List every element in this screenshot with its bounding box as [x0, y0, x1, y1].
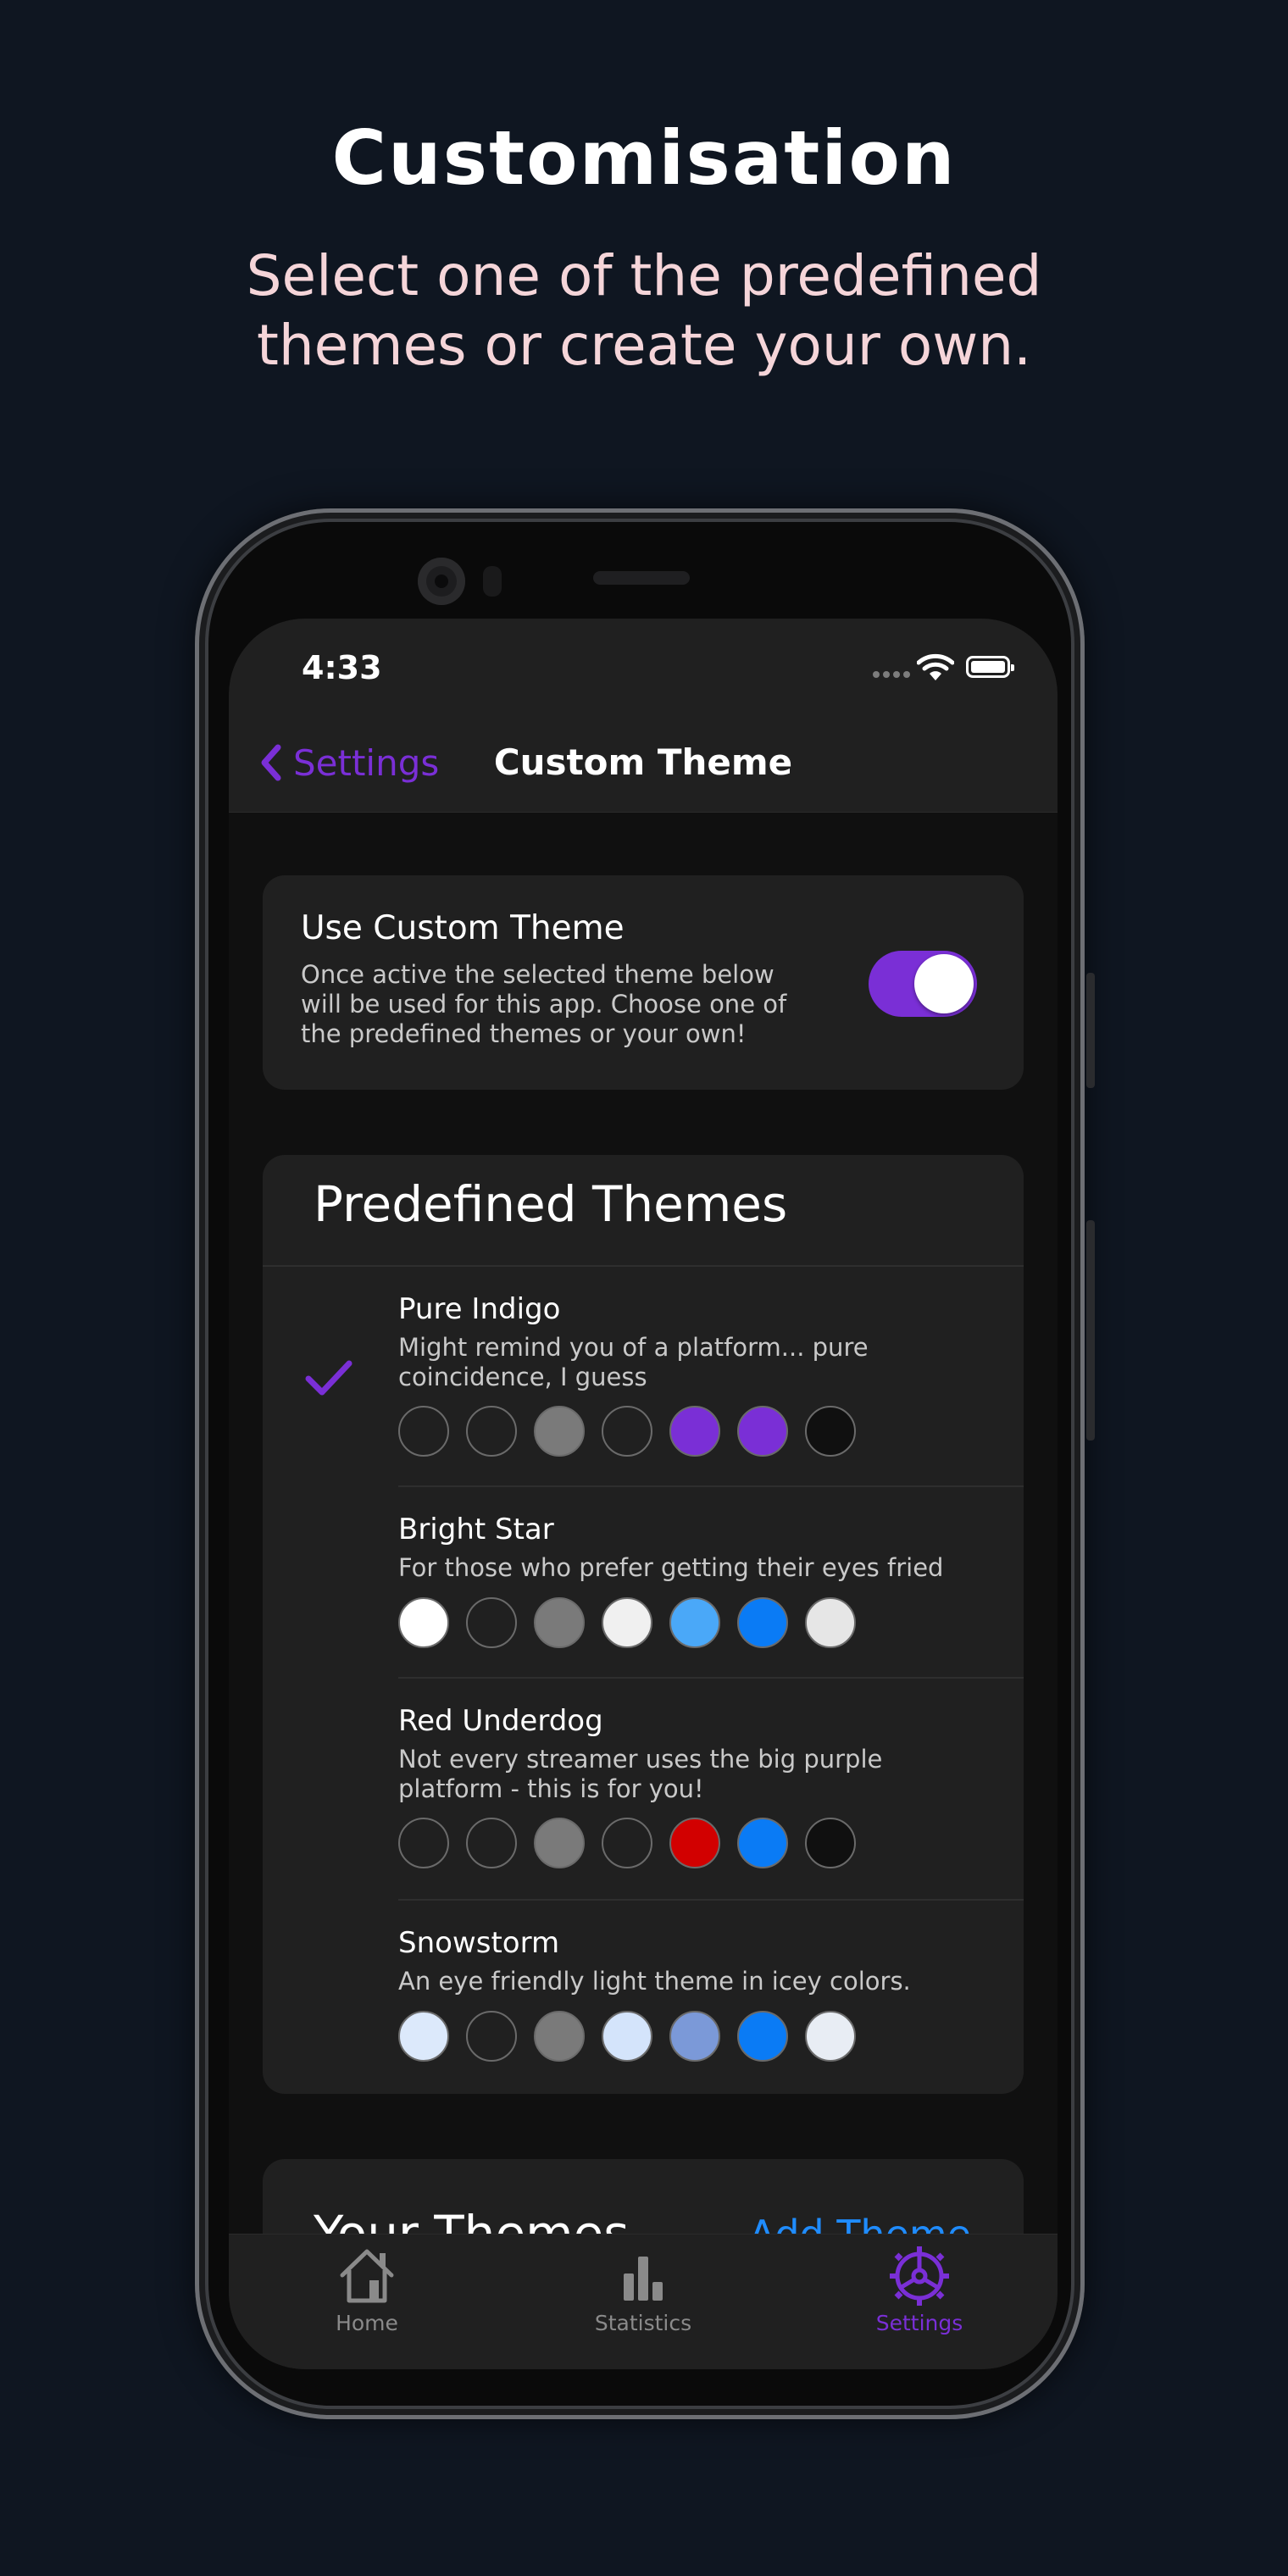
theme-description: Might remind you of a platform... pure c… [398, 1333, 869, 1391]
theme-row-pure-indigo[interactable]: Pure Indigo Might remind you of a platfo… [263, 1267, 1024, 1487]
color-swatch [737, 1818, 788, 1868]
proximity-sensor [483, 566, 502, 597]
cellular-signal-icon [873, 671, 910, 680]
wifi-icon [917, 653, 954, 680]
color-swatch [805, 2011, 856, 2062]
color-swatch [466, 2011, 517, 2062]
tab-statistics[interactable]: Statistics [505, 2235, 781, 2369]
tab-bar: Home Statistics Settings [229, 2234, 1058, 2369]
status-time: 4:33 [302, 649, 382, 686]
gear-icon [890, 2246, 949, 2306]
theme-name: Red Underdog [398, 1704, 603, 1738]
back-button-label: Settings [293, 741, 440, 784]
promo-subline-line2: themes or create your own. [256, 313, 1032, 378]
toggle-knob [914, 954, 974, 1013]
theme-name: Bright Star [398, 1513, 554, 1546]
promo-subline-line1: Select one of the predefined [246, 243, 1042, 308]
color-swatch [805, 1597, 856, 1648]
predefined-themes-card: Predefined Themes Pure Indigo Might remi… [263, 1155, 1024, 2094]
earpiece-speaker [593, 571, 690, 585]
color-swatch [398, 1406, 449, 1457]
color-swatch [534, 1597, 585, 1648]
house-icon [340, 2249, 394, 2303]
color-swatch [602, 1406, 652, 1457]
color-swatch [602, 1818, 652, 1868]
color-swatch [737, 1597, 788, 1648]
theme-swatches [398, 1597, 856, 1648]
color-swatch [805, 1818, 856, 1868]
color-swatch [669, 2011, 720, 2062]
back-button[interactable]: Settings [254, 737, 439, 788]
color-swatch [534, 1406, 585, 1457]
color-swatch [602, 2011, 652, 2062]
chevron-left-icon [261, 744, 281, 781]
tab-settings[interactable]: Settings [781, 2235, 1058, 2369]
tab-label: Statistics [594, 2311, 692, 2335]
color-swatch [737, 2011, 788, 2062]
phone-screen: 4:33 Custom Theme Settings Use Custom Th… [229, 619, 1058, 2369]
theme-row-red-underdog[interactable]: Red Underdog Not every streamer uses the… [263, 1679, 1024, 1901]
tab-home[interactable]: Home [229, 2235, 505, 2369]
color-swatch [669, 1406, 720, 1457]
front-camera [418, 558, 465, 605]
theme-row-snowstorm[interactable]: Snowstorm An eye friendly light theme in… [263, 1901, 1024, 2092]
custom-theme-description: Once active the selected theme below wil… [301, 960, 787, 1048]
theme-description: An eye friendly light theme in icey colo… [398, 1967, 911, 1996]
status-bar: 4:33 [229, 619, 1058, 720]
custom-theme-card: Use Custom Theme Once active the selecte… [263, 875, 1024, 1090]
color-swatch [466, 1597, 517, 1648]
tab-label: Settings [875, 2311, 963, 2335]
theme-swatches [398, 2011, 856, 2062]
color-swatch [398, 1597, 449, 1648]
tab-label: Home [336, 2311, 398, 2335]
phone-volume-button [1086, 1220, 1095, 1441]
color-swatch [602, 1597, 652, 1648]
predefined-themes-title: Predefined Themes [314, 1175, 788, 1233]
theme-name: Snowstorm [398, 1926, 560, 1960]
custom-theme-title: Use Custom Theme [301, 909, 625, 947]
checkmark-icon [305, 1360, 353, 1396]
color-swatch [737, 1406, 788, 1457]
color-swatch [466, 1818, 517, 1868]
color-swatch [534, 1818, 585, 1868]
theme-description: For those who prefer getting their eyes … [398, 1553, 944, 1582]
color-swatch [534, 2011, 585, 2062]
color-swatch [669, 1597, 720, 1648]
color-swatch [669, 1818, 720, 1868]
theme-swatches [398, 1818, 856, 1868]
phone-side-button [1086, 973, 1095, 1088]
color-swatch [805, 1406, 856, 1457]
navigation-bar: Custom Theme Settings [229, 720, 1058, 813]
promo-headline: Customisation [331, 114, 957, 202]
color-swatch [466, 1406, 517, 1457]
color-swatch [398, 2011, 449, 2062]
theme-name: Pure Indigo [398, 1292, 561, 1326]
theme-swatches [398, 1406, 856, 1457]
custom-theme-toggle[interactable] [869, 951, 977, 1017]
bar-chart-icon [624, 2257, 663, 2301]
battery-icon [966, 656, 1014, 678]
theme-description: Not every streamer uses the big purple p… [398, 1745, 883, 1803]
color-swatch [398, 1818, 449, 1868]
promo-subline: Select one of the predefined themes or c… [0, 242, 1288, 380]
theme-row-bright-star[interactable]: Bright Star For those who prefer getting… [263, 1487, 1024, 1679]
